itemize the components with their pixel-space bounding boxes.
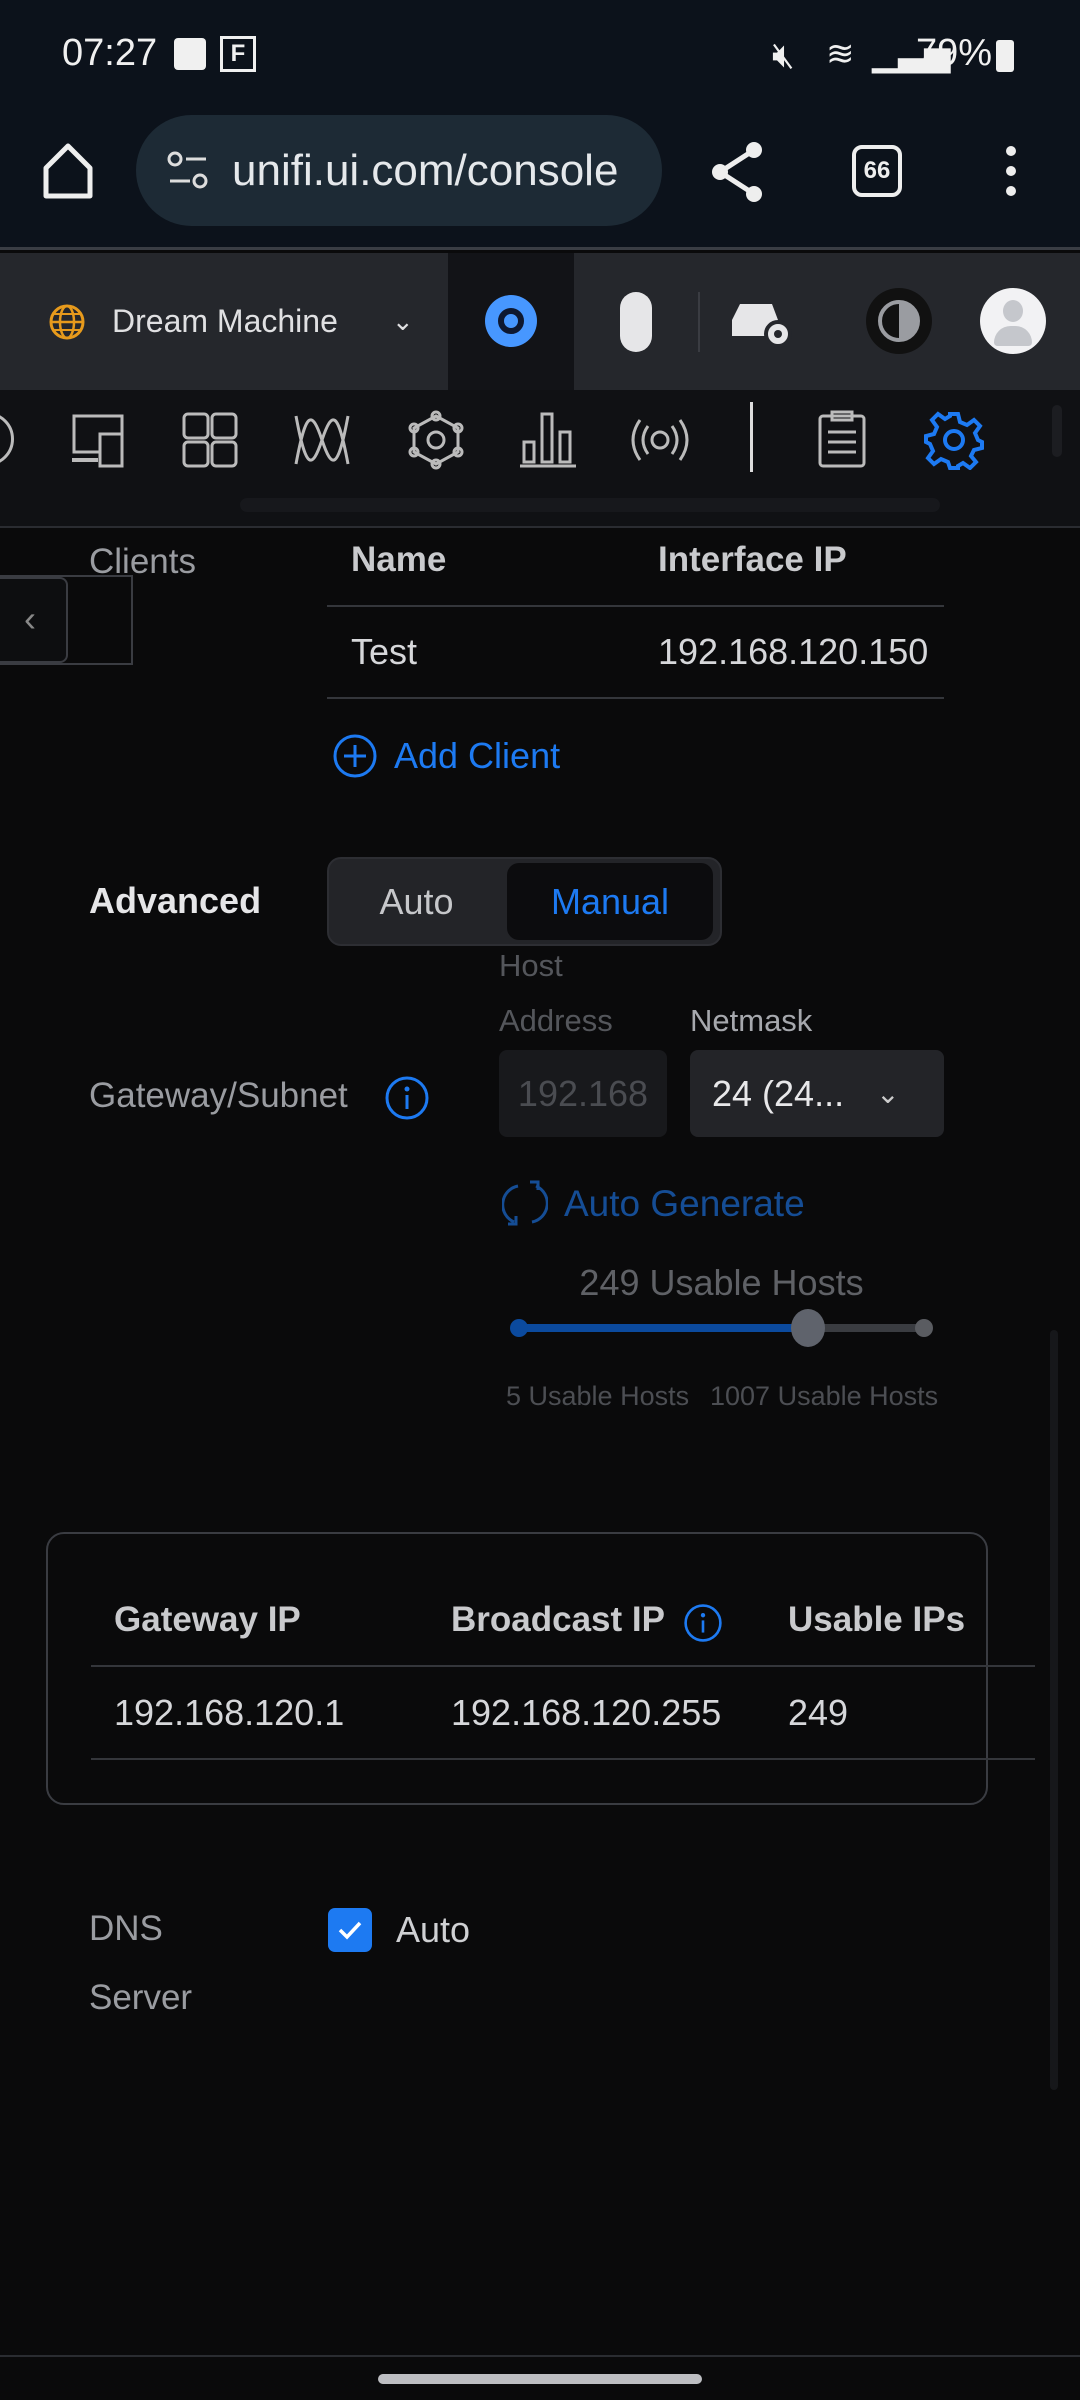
advanced-label: Advanced [89,880,262,921]
advanced-mode-toggle: Auto Manual [327,857,722,946]
usable-hosts-value: 249 Usable Hosts [579,1262,864,1303]
page-scrollbar[interactable] [1050,1330,1058,2090]
app-network-button[interactable] [448,253,574,390]
add-client-button[interactable]: Add Client [332,733,560,779]
url-text: unifi.ui.com/console [232,145,619,195]
site-name: Dream Machine [112,303,338,339]
protect-camera-icon[interactable] [620,292,652,352]
netmask-select[interactable]: 24 (24... ⌄ [690,1050,944,1137]
info-icon[interactable] [683,1603,723,1643]
unifi-devices-icon[interactable] [180,410,240,470]
client-ip: 192.168.120.150 [658,631,929,672]
host-address-label-2: Address [499,1003,613,1038]
usable-hosts-slider[interactable] [510,1309,933,1347]
site-settings-icon[interactable] [166,149,210,193]
broadcast-ip-value: 192.168.120.255 [451,1692,722,1733]
slider-min-label: 5 Usable Hosts [506,1381,690,1411]
device-settings-icon[interactable] [728,296,792,350]
horizontal-scrollbar[interactable] [240,498,940,512]
column-header-usable-ips: Usable IPs [788,1600,966,1639]
mode-manual-option[interactable]: Manual [507,863,713,940]
client-name: Test [351,631,418,672]
clients-label: Clients [89,542,196,581]
home-icon[interactable] [40,140,96,200]
divider [327,697,944,699]
gateway-subnet-label: Gateway/Subnet [89,1076,348,1115]
column-header-broadcast-ip: Broadcast IP [451,1600,665,1639]
mute-icon: 🔇︎ [772,34,795,75]
notification-f-icon: F [220,36,256,72]
dns-auto-checkbox[interactable] [328,1908,372,1952]
wifi-icon: ≋ [826,35,855,73]
column-header-name: Name [351,540,447,579]
more-menu-icon[interactable] [996,145,1026,197]
globe-icon [49,304,85,339]
status-time: 07:27 [62,32,158,74]
divider [91,1758,1035,1760]
plus-circle-icon [333,734,377,778]
chevron-down-icon: ⌄ [391,306,414,336]
table-row[interactable]: Test 192.168.120.150 [327,607,944,698]
tabs-button[interactable]: 66 [852,145,902,197]
chevron-down-icon: ⌄ [876,1078,900,1109]
info-icon[interactable] [384,1075,430,1121]
nav-scrollbar[interactable] [1052,405,1062,457]
theme-toggle-button[interactable] [866,288,932,354]
column-header-gateway-ip: Gateway IP [114,1600,301,1639]
dns-server-label-2: Server [89,1978,193,2017]
refresh-icon [502,1180,548,1226]
battery-percent: 79% [916,32,993,74]
usable-ips-value: 249 [788,1692,849,1733]
divider [0,2355,1080,2357]
slider-min-dot [510,1319,528,1337]
avatar[interactable] [980,288,1046,354]
divider [750,402,753,472]
topology-icon[interactable] [406,410,466,470]
check-icon [338,1921,362,1940]
settings-gear-icon[interactable] [924,410,984,470]
url-bar[interactable]: unifi.ui.com/console [136,115,662,226]
slider-thumb[interactable] [790,1309,825,1347]
home-gesture-handle[interactable] [378,2374,702,2384]
subnet-summary-card [46,1532,988,1805]
gallery-icon [174,38,206,70]
collapse-sidebar-button[interactable]: ‹ [0,577,68,663]
column-header-interface-ip: Interface IP [658,540,847,579]
statistics-icon[interactable] [518,410,578,470]
host-address-input[interactable]: 192.168 [499,1050,667,1137]
radio-broadcast-icon[interactable] [630,410,690,470]
client-devices-icon[interactable] [70,410,130,470]
mode-auto-option[interactable]: Auto [329,859,504,944]
logs-clipboard-icon[interactable] [812,410,872,470]
netmask-label: Netmask [690,1003,813,1038]
site-selector[interactable]: Dream Machine ⌄ [0,253,448,390]
gateway-ip-value: 192.168.120.1 [114,1692,345,1733]
dns-server-label: DNS [89,1909,163,1948]
share-icon[interactable] [708,140,768,204]
slider-fill [516,1324,808,1332]
insights-wave-icon[interactable] [292,410,352,470]
slider-max-label: 1007 Usable Hosts [710,1381,939,1411]
host-address-label: Host [499,948,563,983]
divider [91,1665,1035,1667]
auto-generate-button[interactable]: Auto Generate [502,1180,805,1228]
dns-auto-label: Auto [396,1909,471,1950]
battery-icon [996,40,1014,72]
divider [698,292,700,352]
slider-max-dot [915,1319,933,1337]
